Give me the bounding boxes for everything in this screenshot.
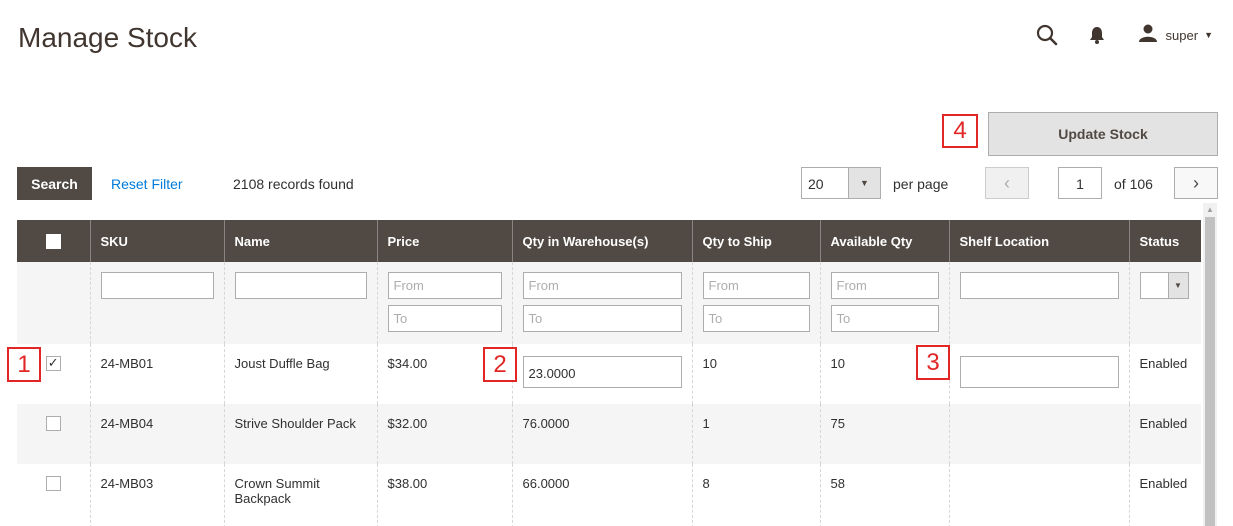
filter-cell-available-qty: From To (819, 262, 949, 344)
qty-ship-from-input[interactable]: From (702, 272, 810, 299)
column-header-name[interactable]: Name (223, 220, 377, 262)
search-icon[interactable] (1032, 20, 1062, 50)
bell-icon[interactable] (1082, 20, 1112, 50)
sku-cell: 24-MB01 (89, 344, 224, 404)
page-number-input[interactable]: 1 (1058, 167, 1102, 199)
table-row[interactable]: 24-MB03 Crown Summit Backpack $38.00 66.… (17, 464, 1201, 526)
scrollbar[interactable]: ▲ (1203, 203, 1217, 526)
column-header-available-qty[interactable]: Available Qty (819, 220, 949, 262)
qty-ship-cell: 10 (691, 344, 820, 404)
grid-header-row: SKU Name Price Qty in Warehouse(s) Qty t… (17, 220, 1201, 262)
stock-grid: SKU Name Price Qty in Warehouse(s) Qty t… (17, 220, 1201, 526)
name-cell: Strive Shoulder Pack (223, 404, 377, 464)
name-filter-input[interactable] (234, 272, 367, 299)
grid-toolbar: Search Reset Filter 2108 records found 2… (17, 167, 1218, 201)
select-all-header[interactable] (17, 220, 90, 262)
status-cell: Enabled (1128, 344, 1201, 404)
filter-cell-name (223, 262, 377, 344)
per-page-label: per page (893, 176, 949, 192)
per-page-select[interactable]: 20 ▼ (801, 167, 881, 199)
price-from-input[interactable]: From (387, 272, 502, 299)
filter-cell-price: From To (376, 262, 512, 344)
filter-cell-qty-ship: From To (691, 262, 820, 344)
scroll-up-icon[interactable]: ▲ (1206, 205, 1214, 214)
chevron-down-icon: ▼ (1204, 30, 1213, 40)
user-name: super (1165, 27, 1199, 43)
update-stock-button[interactable]: Update Stock (988, 112, 1218, 156)
available-qty-to-input[interactable]: To (830, 305, 939, 332)
available-qty-from-input[interactable]: From (830, 272, 939, 299)
available-qty-cell: 75 (819, 404, 949, 464)
filter-cell-empty (17, 262, 90, 344)
shelf-location-input[interactable] (959, 356, 1119, 388)
page-title: Manage Stock (18, 22, 197, 53)
chevron-left-icon: ‹ (1004, 172, 1010, 193)
name-cell: Crown Summit Backpack (223, 464, 377, 526)
column-header-sku[interactable]: SKU (89, 220, 224, 262)
table-row[interactable]: 24-MB01 Joust Duffle Bag $34.00 23.0000 … (17, 344, 1201, 404)
price-cell: $32.00 (376, 404, 512, 464)
status-cell: Enabled (1128, 404, 1201, 464)
filter-cell-qty-warehouse: From To (511, 262, 692, 344)
user-icon (1138, 24, 1158, 47)
chevron-down-icon[interactable]: ▼ (1167, 273, 1188, 298)
qty-warehouse-from-input[interactable]: From (522, 272, 682, 299)
shelf-location-filter-input[interactable] (959, 272, 1119, 299)
filter-cell-status: ▼ (1128, 262, 1201, 344)
scrollbar-thumb[interactable] (1205, 217, 1215, 526)
price-cell: $38.00 (376, 464, 512, 526)
column-header-shelf-location[interactable]: Shelf Location (948, 220, 1129, 262)
qty-warehouse-cell: 76.0000 (511, 404, 692, 464)
qty-ship-cell: 8 (691, 464, 820, 526)
column-header-price[interactable]: Price (376, 220, 512, 262)
qty-ship-cell: 1 (691, 404, 820, 464)
sku-cell: 24-MB03 (89, 464, 224, 526)
status-cell: Enabled (1128, 464, 1201, 526)
select-all-checkbox[interactable] (45, 234, 61, 250)
filter-cell-shelf-location (948, 262, 1129, 344)
row-checkbox[interactable] (45, 416, 61, 431)
header-actions: super ▼ (1032, 20, 1213, 50)
table-row[interactable]: 24-MB04 Strive Shoulder Pack $32.00 76.0… (17, 404, 1201, 464)
sku-filter-input[interactable] (100, 272, 214, 299)
previous-page-button[interactable]: ‹ (985, 167, 1029, 199)
shelf-location-cell (948, 464, 1129, 526)
row-checkbox[interactable] (45, 476, 61, 491)
reset-filter-link[interactable]: Reset Filter (111, 176, 183, 192)
qty-warehouse-to-input[interactable]: To (522, 305, 682, 332)
chevron-down-icon[interactable]: ▼ (848, 168, 880, 198)
shelf-location-cell (948, 344, 1129, 404)
status-filter-select[interactable]: ▼ (1139, 272, 1189, 299)
qty-warehouse-cell: 23.0000 (511, 344, 692, 404)
name-cell: Joust Duffle Bag (223, 344, 377, 404)
search-button[interactable]: Search (17, 167, 92, 200)
callout-3: 3 (916, 345, 950, 380)
filter-row: From To From To From To From To ▼ (17, 262, 1201, 344)
next-page-button[interactable]: › (1174, 167, 1218, 199)
qty-warehouse-input[interactable]: 23.0000 (522, 356, 682, 388)
per-page-value: 20 (808, 176, 824, 192)
row-select-cell (17, 464, 90, 526)
shelf-location-cell (948, 404, 1129, 464)
records-count: 2108 records found (233, 176, 354, 192)
filter-cell-sku (89, 262, 224, 344)
callout-1: 1 (7, 347, 41, 382)
page-total: of 106 (1114, 176, 1153, 192)
row-checkbox[interactable] (45, 355, 61, 371)
available-qty-cell: 58 (819, 464, 949, 526)
price-to-input[interactable]: To (387, 305, 502, 332)
column-header-qty-ship[interactable]: Qty to Ship (691, 220, 820, 262)
callout-2: 2 (483, 347, 517, 382)
user-menu[interactable]: super ▼ (1138, 24, 1213, 47)
column-header-status[interactable]: Status (1128, 220, 1201, 262)
callout-4: 4 (942, 114, 978, 148)
row-select-cell (17, 404, 90, 464)
column-header-qty-warehouse[interactable]: Qty in Warehouse(s) (511, 220, 692, 262)
qty-ship-to-input[interactable]: To (702, 305, 810, 332)
qty-warehouse-cell: 66.0000 (511, 464, 692, 526)
chevron-right-icon: › (1193, 172, 1199, 193)
sku-cell: 24-MB04 (89, 404, 224, 464)
